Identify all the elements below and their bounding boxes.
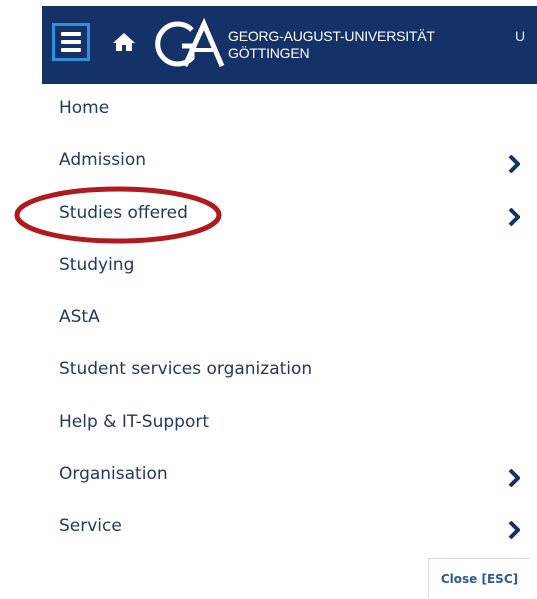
nav-item-home[interactable]: Home — [42, 84, 530, 136]
main-navigation-menu: Home Admission Studies offered Studying … — [42, 84, 530, 555]
nav-item-label: Student services organization — [59, 359, 313, 380]
nav-item-asta[interactable]: AStA — [42, 293, 530, 345]
nav-item-label: Studies offered — [59, 202, 188, 223]
nav-item-studying[interactable]: Studying — [42, 241, 530, 293]
hamburger-menu-icon[interactable] — [52, 23, 90, 61]
chevron-right-icon[interactable] — [508, 207, 520, 226]
home-icon[interactable] — [112, 31, 136, 53]
nav-item-label: Admission — [59, 150, 147, 171]
university-logo[interactable] — [152, 17, 232, 70]
nav-item-admission[interactable]: Admission — [42, 136, 530, 188]
nav-item-service[interactable]: Service — [42, 502, 530, 554]
nav-item-label: AStA — [59, 307, 100, 328]
header-truncated-text: U — [515, 28, 526, 44]
nav-item-student-services[interactable]: Student services organization — [42, 345, 530, 397]
nav-item-label: Studying — [59, 254, 135, 275]
nav-item-label: Service — [59, 516, 122, 537]
nav-item-organisation[interactable]: Organisation — [42, 450, 530, 502]
nav-item-label: Organisation — [59, 464, 168, 485]
close-button[interactable]: Close [ESC] — [428, 558, 530, 598]
nav-item-label: Help & IT-Support — [59, 411, 209, 432]
university-name-line2: GÖTTINGEN — [228, 45, 310, 61]
chevron-right-icon[interactable] — [508, 155, 520, 174]
nav-item-help-it-support[interactable]: Help & IT-Support — [42, 398, 530, 450]
university-name-line1: GEORG-AUGUST-UNIVERSITÄT — [228, 28, 435, 44]
chevron-right-icon[interactable] — [508, 521, 520, 540]
chevron-right-icon[interactable] — [508, 469, 520, 488]
top-header-bar: GEORG-AUGUST-UNIVERSITÄT GÖTTINGEN U — [42, 6, 537, 84]
university-name: GEORG-AUGUST-UNIVERSITÄT GÖTTINGEN — [228, 28, 435, 62]
nav-item-studies-offered[interactable]: Studies offered — [42, 189, 530, 241]
nav-item-label: Home — [59, 98, 110, 118]
